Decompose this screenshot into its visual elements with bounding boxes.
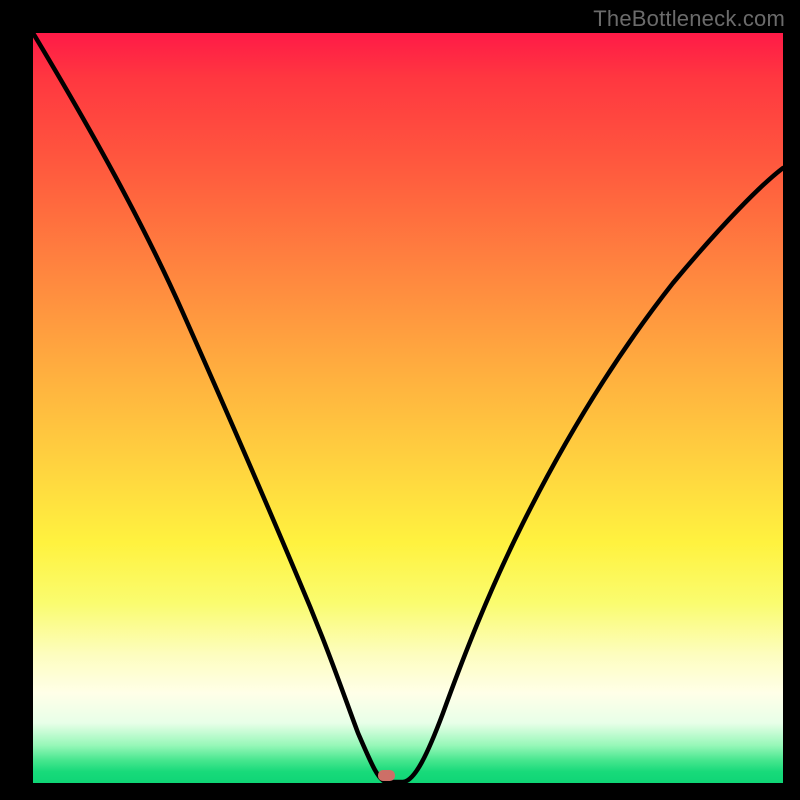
watermark-text: TheBottleneck.com	[593, 6, 785, 32]
sweet-spot-marker	[378, 770, 395, 781]
chart-frame: TheBottleneck.com	[0, 0, 800, 800]
gradient-background	[33, 33, 783, 783]
